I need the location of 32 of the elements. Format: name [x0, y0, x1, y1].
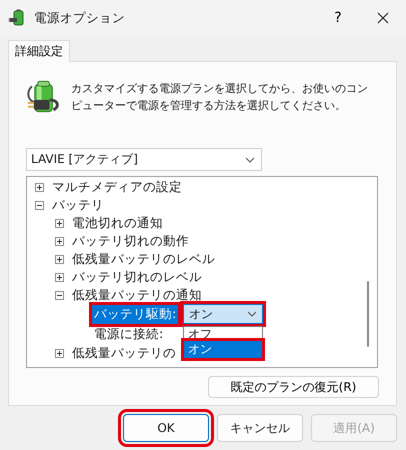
tree-item[interactable]: 低残量バッテリのレベル — [72, 250, 215, 268]
setting-label[interactable]: 電源に接続: — [92, 324, 166, 344]
help-button[interactable]: ? — [316, 3, 360, 33]
expand-icon[interactable] — [55, 236, 64, 246]
collapse-icon[interactable] — [35, 200, 44, 210]
expand-icon[interactable] — [55, 348, 64, 358]
plan-select[interactable]: LAVIE [アクティブ] — [26, 148, 262, 171]
tree-item[interactable]: バッテリ切れの動作 — [72, 232, 189, 250]
dropdown-option[interactable]: オン — [184, 341, 262, 358]
description-text: カスタマイズする電源プランを選択してから、お使いのコンピューターで電源を管理する方法を選択してください。 — [71, 81, 370, 114]
scrollbar-thumb[interactable] — [367, 281, 369, 347]
tree-item[interactable]: 低残量バッテリの通知 — [72, 286, 202, 304]
dialog-button[interactable]: キャンセル — [217, 414, 303, 442]
expand-icon[interactable] — [55, 272, 64, 282]
expand-icon[interactable] — [55, 218, 64, 228]
expand-icon[interactable] — [35, 182, 44, 192]
chevron-down-icon — [245, 156, 255, 162]
expand-icon[interactable] — [55, 254, 64, 264]
window-title: 電源オプション — [34, 10, 126, 26]
tab[interactable]: 詳細設定 — [8, 40, 70, 62]
tree-item[interactable]: バッテリ切れのレベル — [72, 268, 202, 286]
tree-item[interactable]: バッテリ — [52, 196, 104, 214]
tree-item[interactable]: 電池切れの通知 — [72, 214, 163, 232]
setting-label[interactable]: バッテリ駆動: — [92, 304, 178, 324]
restore-defaults-button[interactable]: 既定のプランの復元(R) — [208, 376, 379, 398]
collapse-icon[interactable] — [55, 290, 64, 300]
close-icon — [377, 12, 389, 24]
battery-plug-icon — [8, 9, 26, 27]
tree-item[interactable]: 低残量バッテリの — [72, 344, 176, 362]
chevron-down-icon — [247, 311, 258, 317]
setting-dropdown[interactable]: オン — [183, 304, 264, 324]
tree-item[interactable]: マルチメディアの設定 — [52, 178, 182, 196]
